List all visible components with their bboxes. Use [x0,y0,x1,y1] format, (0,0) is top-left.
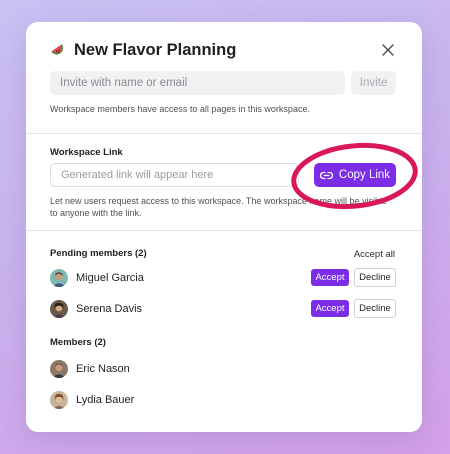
member-row: Eric Nason [50,358,396,380]
dialog-title: New Flavor Planning [74,40,237,59]
accept-button[interactable]: Accept [311,269,349,286]
member-name: Eric Nason [76,363,130,375]
decline-button[interactable]: Decline [354,299,396,318]
workspace-link-label: Workspace Link [50,147,123,158]
close-button[interactable] [378,40,398,60]
members-title: Members (2) [50,337,106,348]
member-name: Serena Davis [76,303,143,315]
dialog-header: New Flavor Planning [50,38,402,62]
pending-member-row: Miguel Garcia Accept Decline [50,267,396,289]
link-icon [319,171,333,179]
accept-all-link[interactable]: Accept all [354,249,395,260]
workspace-link-note: Let new users request access to this wor… [50,196,387,218]
pending-members-title: Pending members (2) [50,248,147,259]
avatar [50,360,68,378]
divider [26,230,422,231]
member-name: Lydia Bauer [76,394,135,406]
copy-link-label: Copy Link [338,169,391,181]
accept-button[interactable]: Accept [311,300,349,317]
invite-button[interactable]: Invite [351,71,396,95]
avatar [50,391,68,409]
avatar [50,269,68,287]
copy-link-button[interactable]: Copy Link [314,163,396,187]
invite-row: Invite [50,71,396,95]
divider [26,133,422,134]
decline-button[interactable]: Decline [354,268,396,287]
share-dialog: New Flavor Planning Invite Workspace mem… [26,22,422,432]
invite-input[interactable] [50,71,345,95]
pending-member-row: Serena Davis Accept Decline [50,298,396,320]
workspace-link-input[interactable] [50,163,299,187]
avatar [50,300,68,318]
invite-note: Workspace members have access to all pag… [50,104,310,114]
member-row: Lydia Bauer [50,389,396,411]
member-name: Miguel Garcia [76,272,144,284]
close-icon [382,44,394,56]
watermelon-icon [51,44,64,55]
